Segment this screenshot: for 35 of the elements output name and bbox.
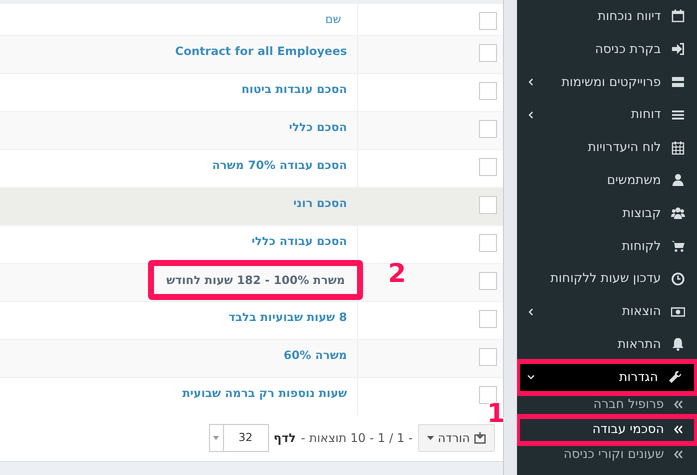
sidebar-item[interactable]: משתמשים — [517, 164, 697, 197]
agreement-link[interactable]: הסכם עבודה 70% משרה — [210, 157, 349, 174]
agreement-link[interactable]: הסכם עובדות ביטוח — [240, 81, 349, 98]
sidebar-item[interactable]: דיווח נוכחות — [517, 0, 697, 33]
table-row[interactable]: Contract for all Employees — [0, 35, 503, 73]
column-header: שם — [324, 11, 342, 28]
submenu-item[interactable]: פרופיל חברה — [517, 394, 697, 416]
sidebar-item[interactable]: עדכון שעות ללקוחות — [517, 262, 697, 296]
agreement-link[interactable]: משרה 60% — [282, 347, 349, 364]
sidebar-item[interactable]: פרוייקטים ומשימות — [517, 66, 697, 98]
sidebar-item[interactable]: דוחות — [517, 98, 697, 132]
agreement-link[interactable]: Contract for all Employees — [173, 43, 349, 60]
agreement-link[interactable]: הסכם רוני — [291, 195, 349, 212]
submenu-item[interactable]: הסכמי עבודה — [517, 416, 697, 444]
sidebar-item[interactable]: לקוחות — [517, 230, 697, 262]
per-page-select[interactable]: 32 — [208, 424, 269, 452]
submenu-item[interactable]: שעונים וקורי כניסה — [517, 444, 697, 466]
sidebar-item[interactable]: הגדרות — [517, 360, 697, 394]
agreement-link[interactable]: משרת 100% - 182 שעות לחודש — [164, 273, 347, 287]
annotation-number: 2 — [388, 261, 406, 287]
agreement-link[interactable]: שעות נוספות רק ברמה שבועית — [180, 385, 349, 402]
sidebar-item[interactable]: הוצאות — [517, 295, 697, 328]
page-info: - 1 / 1 - 10 תוצאות - — [300, 430, 413, 447]
sidebar-item[interactable]: לוח היעדרויות — [517, 131, 697, 164]
table-row[interactable]: משרה 60% — [0, 339, 503, 377]
agreement-link[interactable]: הסכם עבודה כללי — [250, 233, 349, 250]
per-page-label: לדף — [274, 430, 296, 447]
agreement-link[interactable]: הסכם כללי — [286, 119, 349, 136]
sidebar-item[interactable]: התראות — [517, 328, 697, 361]
agreement-link[interactable]: 8 שעות שבועיות בלבד — [226, 309, 349, 326]
sidebar-item[interactable]: קבוצות — [517, 196, 697, 230]
download-button[interactable]: הורדה — [418, 424, 495, 452]
table-row[interactable]: הסכם רוני — [0, 187, 503, 225]
table-row[interactable]: הסכם כללי — [0, 111, 503, 149]
sidebar-item[interactable]: בקרת כניסה — [517, 32, 697, 66]
